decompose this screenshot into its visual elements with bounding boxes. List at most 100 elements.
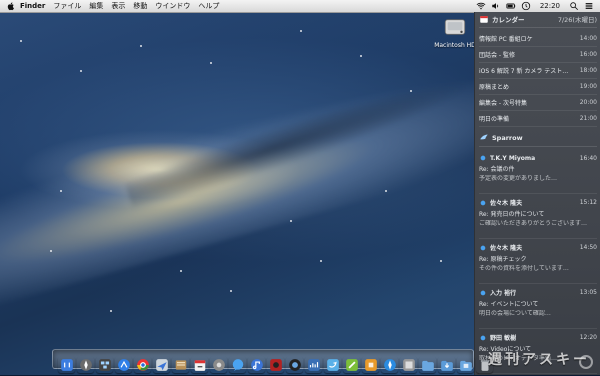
calendar-item[interactable]: 情報館 PC 番組ロケ 14:00 [479, 31, 597, 47]
calendar-item[interactable]: 原稿まとめ 19:00 [479, 79, 597, 95]
calendar-item-time: 20:00 [579, 99, 597, 106]
dock-notes[interactable] [172, 356, 189, 373]
dock-mission-control[interactable] [96, 356, 113, 373]
menu-view[interactable]: 表示 [107, 1, 129, 11]
calendar-item-time: 16:00 [579, 51, 597, 58]
twitter-icon [326, 358, 339, 371]
mail-unread-icon [480, 290, 486, 295]
star [410, 90, 412, 92]
wifi-icon[interactable] [476, 1, 486, 11]
calendar-item-title: iOS 6 解説 7 新 カメラ テスト… [479, 68, 569, 75]
star [50, 250, 52, 252]
dock-messages[interactable] [229, 356, 246, 373]
clock-icon [521, 1, 530, 11]
tool-icon [345, 358, 358, 371]
watermark: 週 刊 ア ス キ ー [488, 349, 587, 369]
safari-blue-icon [383, 358, 396, 371]
menu-go[interactable]: 移動 [129, 1, 151, 11]
dock-utility[interactable] [362, 356, 379, 373]
star [320, 260, 322, 262]
mail-preview: ご確認いただきありがとうございます… [479, 220, 588, 227]
stats-icon [307, 358, 320, 371]
star [20, 40, 22, 42]
battery-icon[interactable] [506, 1, 516, 11]
mail-subject: Re: 発売日の件について [479, 211, 545, 218]
calendar-item[interactable]: 団話会 - 監修 16:00 [479, 47, 597, 63]
dock-safari[interactable] [381, 356, 398, 373]
dock-preview[interactable] [400, 356, 417, 373]
star [360, 55, 362, 57]
watermark-char: ア [522, 352, 536, 368]
documents-icon [459, 360, 472, 371]
calendar-item[interactable]: 明日の準備 21:00 [479, 111, 597, 127]
notification-center-panel: カレンダー 7/26(木曜日) 情報館 PC 番組ロケ 14:00 団話会 - … [474, 12, 600, 375]
dock-photo-booth[interactable] [267, 356, 284, 373]
calendar-item-title: 編集会 - 次号特集 [479, 100, 527, 107]
calendar-item-time: 18:00 [579, 67, 597, 74]
dock-itunes[interactable] [248, 356, 265, 373]
menu-help[interactable]: ヘルプ [194, 1, 223, 11]
folder-icon [421, 360, 434, 371]
watermark-char: ー [573, 352, 587, 368]
menu-clock[interactable]: 22:20 [536, 2, 564, 10]
mail-time: 14:50 [579, 244, 597, 251]
calendar-item-title: 情報館 PC 番組ロケ [479, 36, 533, 43]
menu-file[interactable]: ファイル [49, 1, 85, 11]
spotlight-icon[interactable] [569, 1, 579, 11]
mail-notification[interactable]: T.K.Y Miyoma 16:40 Re: 会議の件 予定表の変更がありました… [479, 150, 597, 194]
dock-aperture[interactable] [286, 356, 303, 373]
notification-center-icon[interactable] [584, 1, 594, 11]
drive-label: Macintosh HD [434, 42, 476, 49]
mail-time: 16:40 [579, 154, 597, 162]
downloads-icon [440, 360, 453, 371]
mail-from: 佐々木 隆夫 [490, 200, 523, 207]
menu-window[interactable]: ウインドウ [151, 1, 194, 11]
divider [479, 27, 597, 28]
apple-menu-icon[interactable] [6, 1, 16, 11]
mail-subject: Re: 原稿チェック [479, 256, 527, 263]
watermark-char: キ [556, 352, 570, 368]
sparrow-icon [480, 134, 488, 140]
star [300, 30, 302, 32]
mail-head: 佐々木 隆夫 14:50 [479, 243, 597, 252]
mail-notification[interactable]: 入力 裕行 13:05 Re: イベントについて 明日の会場について確認… [479, 284, 597, 329]
calendar-item[interactable]: iOS 6 解説 7 新 カメラ テスト… 18:00 [479, 63, 597, 79]
dock-folder-documents[interactable] [457, 356, 474, 373]
mail-unread-icon [480, 245, 486, 250]
launchpad-icon [79, 358, 92, 371]
dock-launchpad[interactable] [77, 356, 94, 373]
macintosh-hd-desktop-icon[interactable]: Macintosh HD [432, 14, 478, 54]
dock-app-store[interactable] [115, 356, 132, 373]
mail-preview: 予定表の変更がありました… [479, 175, 558, 182]
system-preferences-icon [212, 358, 225, 371]
dock-stats[interactable] [305, 356, 322, 373]
mission-control-icon [98, 358, 111, 371]
mail-notification[interactable]: 佐々木 隆夫 15:12 Re: 発売日の件について ご確認いただきありがとうご… [479, 194, 597, 239]
mail-from: 佐々木 隆夫 [490, 245, 523, 252]
dock-twitter[interactable] [324, 356, 341, 373]
mail-subject: Re: イベントについて [479, 301, 539, 308]
dock-folder-applications[interactable] [419, 356, 436, 373]
mail-time: 12:20 [579, 334, 597, 341]
star [290, 220, 292, 222]
dock-folder-downloads[interactable] [438, 356, 455, 373]
menu-app-name[interactable]: Finder [16, 2, 49, 10]
dock-chrome[interactable] [134, 356, 151, 373]
photo-booth-icon [269, 358, 282, 371]
calendar-item[interactable]: 編集会 - 次号特集 20:00 [479, 95, 597, 111]
volume-icon[interactable] [491, 1, 501, 11]
dock-calendar[interactable] [191, 356, 208, 373]
mail-head: T.K.Y Miyoma 16:40 [479, 154, 597, 162]
dock-mail[interactable] [153, 356, 170, 373]
menu-edit[interactable]: 編集 [85, 1, 107, 11]
mail-notification[interactable]: 佐々木 隆夫 14:50 Re: 原稿チェック その件の資料を添付しています… [479, 239, 597, 284]
mail-unread-icon [480, 200, 486, 205]
dock-system-preferences[interactable] [210, 356, 227, 373]
calendar-section: カレンダー 7/26(木曜日) 情報館 PC 番組ロケ 14:00 団話会 - … [475, 12, 600, 129]
calendar-item-time: 21:00 [579, 115, 597, 122]
star [140, 45, 142, 47]
sparrow-title: Sparrow [492, 134, 523, 142]
dock-finder[interactable] [58, 356, 75, 373]
calendar-header: カレンダー 7/26(木曜日) [479, 14, 597, 24]
dock-tool[interactable] [343, 356, 360, 373]
